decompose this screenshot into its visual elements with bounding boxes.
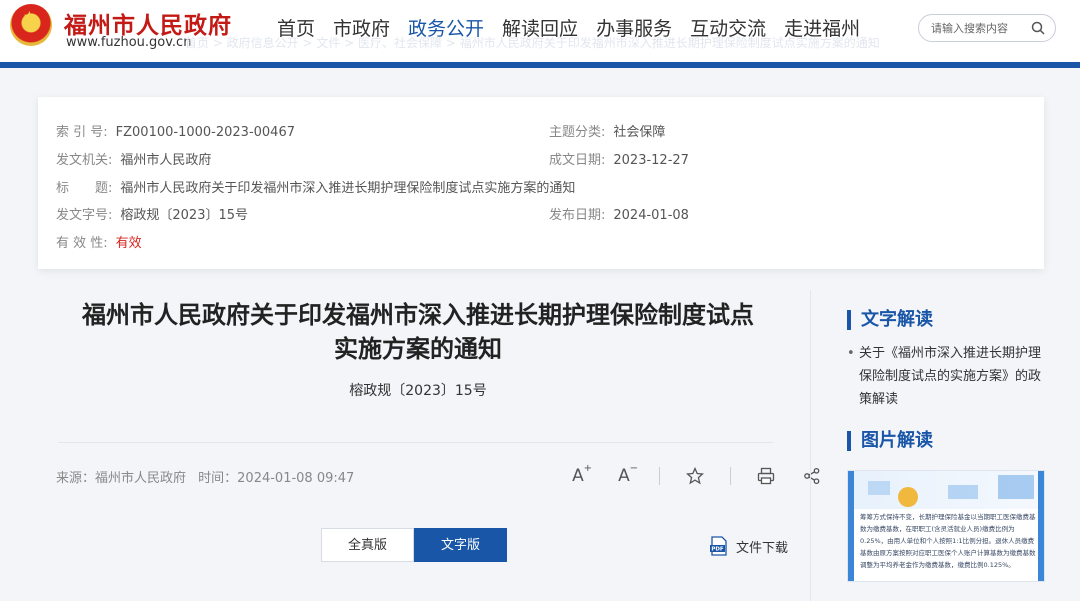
- text-interpretation-heading: 文字解读: [847, 310, 933, 330]
- site-header: ★ 福州市人民政府 www.fuzhou.gov.cn 首页 > 政府信息公开 …: [0, 0, 1080, 62]
- toolbar-divider: [730, 467, 731, 485]
- info-docno: 发文字号: 榕政规〔2023〕15号: [56, 208, 249, 223]
- info-date: 成文日期: 2023-12-27: [549, 153, 689, 168]
- document-source: 来源：福州市人民政府: [56, 471, 187, 486]
- site-url: www.fuzhou.gov.cn: [66, 35, 192, 50]
- nav-item-home[interactable]: 首页: [268, 14, 324, 44]
- tab-full-version[interactable]: 全真版: [321, 528, 414, 562]
- info-validity: 有 效 性: 有效: [56, 236, 142, 251]
- print-icon[interactable]: [755, 465, 777, 487]
- header-stripe: [0, 62, 1080, 68]
- info-index: 索 引 号: FZ00100-1000-2023-00467: [56, 125, 295, 140]
- search-icon[interactable]: [1031, 21, 1045, 35]
- tab-text-version[interactable]: 文字版: [414, 528, 507, 562]
- divider: [58, 442, 773, 443]
- info-title: 标 题: 福州市人民政府关于印发福州市深入推进长期护理保险制度试点实施方案的通知: [56, 181, 576, 196]
- search-box: [918, 14, 1056, 42]
- document-toolbar: A + A −: [567, 463, 847, 487]
- info-topic: 主题分类: 社会保障: [549, 125, 666, 140]
- info-publish-date: 发布日期: 2024-01-08: [549, 208, 689, 223]
- document-meta: 来源：福州市人民政府 时间：2024-01-08 09:47: [56, 467, 362, 486]
- toolbar-divider: [659, 467, 660, 485]
- nav-item-about-fuzhou[interactable]: 走进福州: [775, 14, 869, 44]
- nav-item-services[interactable]: 办事服务: [587, 14, 681, 44]
- nav-item-city-government[interactable]: 市政府: [324, 14, 399, 44]
- thumbnail-border-right: [1038, 471, 1044, 581]
- national-emblem-icon: ★: [10, 4, 52, 46]
- nav-item-interaction[interactable]: 互动交流: [681, 14, 775, 44]
- version-tabs: 全真版 文字版: [321, 528, 507, 562]
- text-interpretation-link[interactable]: 关于《福州市深入推进长期护理保险制度试点的实施方案》的政策解读: [847, 342, 1052, 411]
- thumbnail-border-left: [848, 471, 854, 581]
- file-download-link[interactable]: PDF 文件下载: [710, 536, 788, 556]
- search-input[interactable]: [931, 20, 1027, 37]
- thumbnail-banner: [848, 471, 1044, 509]
- image-interpretation-heading: 图片解读: [847, 431, 933, 451]
- info-issuer: 发文机关: 福州市人民政府: [56, 153, 212, 168]
- favorite-star-icon[interactable]: [684, 465, 706, 487]
- document-time: 时间：2024-01-08 09:47: [198, 471, 355, 486]
- validity-status: 有效: [115, 236, 142, 251]
- document-title: 福州市人民政府关于印发福州市深入推进长期护理保险制度试点 实施方案的通知: [82, 301, 754, 363]
- main-nav: 首页 市政府 政务公开 解读回应 办事服务 互动交流 走进福州: [268, 14, 869, 44]
- image-interpretation-thumbnail[interactable]: 筹筹方式保持不变，长期护理保险基金以当期职工医保缴费基数为缴费基数，在职职工(含…: [847, 470, 1045, 582]
- font-decrease-button[interactable]: A −: [613, 463, 638, 487]
- sidebar: 文字解读 关于《福州市深入推进长期护理保险制度试点的实施方案》的政策解读 图片解…: [810, 290, 1080, 601]
- font-increase-button[interactable]: A +: [567, 463, 592, 487]
- document-info-card: 索 引 号: FZ00100-1000-2023-00467 主题分类: 社会保障 …: [38, 97, 1044, 269]
- pdf-icon: PDF: [710, 536, 727, 556]
- nav-item-interpretation[interactable]: 解读回应: [493, 14, 587, 44]
- document-main: 福州市人民政府关于印发福州市深入推进长期护理保险制度试点 实施方案的通知 榕政规…: [38, 290, 820, 601]
- document-number: 榕政规〔2023〕15号: [349, 383, 487, 399]
- nav-item-government-affairs[interactable]: 政务公开: [399, 14, 493, 44]
- svg-text:PDF: PDF: [711, 547, 724, 553]
- thumbnail-text: 筹筹方式保持不变，长期护理保险基金以当期职工医保缴费基数为缴费基数，在职职工(含…: [860, 513, 1036, 569]
